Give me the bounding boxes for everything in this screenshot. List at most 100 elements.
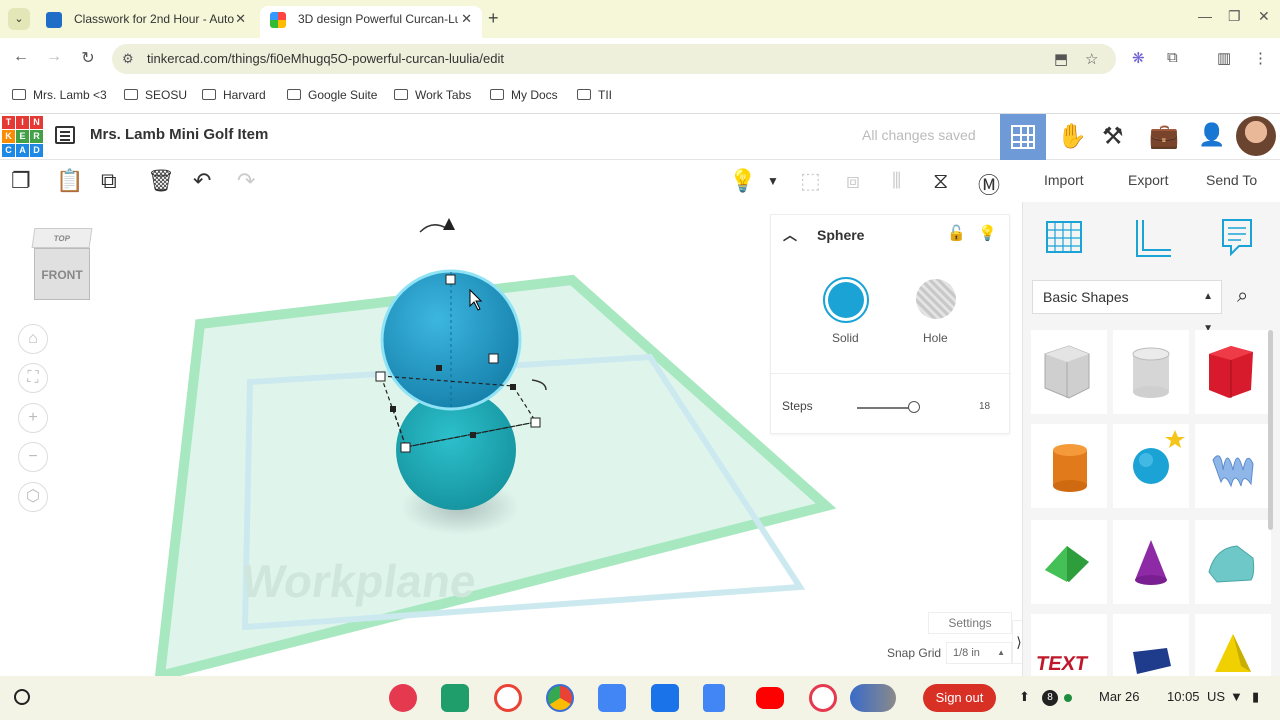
orthographic-icon[interactable]: ⬡ <box>18 482 48 512</box>
solid-color-button[interactable] <box>823 277 869 323</box>
resize-handle[interactable] <box>390 406 396 412</box>
address-bar[interactable]: ⚙ tinkercad.com/things/fi0eMhugq5O-power… <box>112 44 1116 74</box>
shape-text[interactable]: TEXT <box>1031 614 1107 676</box>
resize-handle[interactable] <box>375 371 386 382</box>
site-info-icon[interactable]: ⚙ <box>122 51 134 67</box>
rotate-handle-icon[interactable] <box>419 224 447 233</box>
add-user-icon[interactable]: 👤 <box>1198 122 1225 148</box>
briefcase-icon[interactable]: 💼 <box>1149 122 1179 151</box>
snap-grid-select[interactable]: 1/8 in ▲ <box>946 642 1012 664</box>
screen-record-icon[interactable] <box>809 684 837 712</box>
launcher-icon[interactable] <box>14 689 30 705</box>
undo-icon[interactable]: ↶ <box>193 168 211 194</box>
resize-handle[interactable] <box>436 365 442 371</box>
chrome-menu-icon[interactable]: ⋮ <box>1253 49 1268 67</box>
calendar-icon[interactable] <box>598 684 626 712</box>
chrome-icon[interactable] <box>546 684 574 712</box>
resize-handle[interactable] <box>530 417 541 428</box>
shape-box-gray[interactable] <box>1031 330 1107 414</box>
battery-icon[interactable]: ▮ <box>1252 689 1259 705</box>
mirror-icon[interactable]: ⧖ <box>933 168 948 194</box>
shape-panel-scrollbar[interactable] <box>1268 330 1273 530</box>
tinkercad-logo[interactable]: TIN KER CAD <box>2 116 43 157</box>
tab-classwork[interactable]: Classwork for 2nd Hour - Autom ✕ <box>36 6 256 38</box>
export-button[interactable]: Export <box>1128 172 1168 188</box>
youtube-icon[interactable] <box>756 687 784 709</box>
tab-tinkercad[interactable]: 3D design Powerful Curcan-Luul ✕ <box>260 6 482 38</box>
view-cube-top[interactable]: TOP <box>31 228 93 248</box>
pinned-windows-icon[interactable] <box>850 684 896 712</box>
chevron-down-icon[interactable]: ▼ <box>767 174 779 188</box>
url-text[interactable]: tinkercad.com/things/fi0eMhugq5O-powerfu… <box>147 51 504 66</box>
bookmark-folder[interactable]: Mrs. Lamb <3 <box>12 88 107 102</box>
view-cube-front[interactable]: FRONT <box>34 248 90 300</box>
shape-sphere[interactable] <box>1113 424 1189 508</box>
steps-slider-thumb[interactable] <box>908 401 920 413</box>
back-icon[interactable]: ← <box>10 48 32 66</box>
files-icon[interactable] <box>651 684 679 712</box>
shape-cylinder-hole[interactable] <box>1113 330 1189 414</box>
extension-flower-icon[interactable]: ❋ <box>1132 49 1145 67</box>
resize-handle[interactable] <box>400 442 411 453</box>
avatar[interactable] <box>1236 116 1276 156</box>
bookmark-folder[interactable]: TII <box>577 88 612 102</box>
resize-handle[interactable] <box>488 353 499 364</box>
sign-out-button[interactable]: Sign out <box>923 684 996 712</box>
notification-count[interactable]: 8 <box>1042 690 1058 706</box>
view-cube[interactable]: TOP FRONT <box>30 228 93 302</box>
light-bulb-icon[interactable]: 💡 <box>729 168 756 194</box>
new-tab-button[interactable]: + <box>488 8 499 29</box>
zoom-in-icon[interactable]: + <box>18 403 48 433</box>
maximize-icon[interactable]: ❐ <box>1228 8 1241 25</box>
delete-icon[interactable]: 🗑 <box>147 168 175 194</box>
send-to-button[interactable]: Send To <box>1206 172 1257 188</box>
bookmark-folder[interactable]: My Docs <box>490 88 558 102</box>
resize-handle[interactable] <box>445 274 456 285</box>
collapse-chevron-icon[interactable]: ︿ <box>783 225 797 245</box>
zoom-out-icon[interactable]: − <box>18 442 48 472</box>
workspace-canvas[interactable]: Workplane TOP FRONT ⌂ ⛶ + − ⬡ ︿ Sphere 🔓… <box>0 202 1022 676</box>
bookmark-folder[interactable]: Google Suite <box>287 88 377 102</box>
shape-box-red[interactable] <box>1195 330 1271 414</box>
shape-pyramid[interactable] <box>1195 614 1271 676</box>
resize-handle[interactable] <box>510 384 516 390</box>
date-label[interactable]: Mar 26 <box>1099 689 1139 704</box>
app-palette-icon[interactable] <box>389 684 417 712</box>
lift-cone-handle-icon[interactable] <box>443 218 455 230</box>
collapse-panel-chevron-icon[interactable]: ⟩ <box>1012 620 1022 664</box>
redo-icon[interactable]: ↷ <box>237 168 255 194</box>
shape-cylinder-orange[interactable] <box>1031 424 1107 508</box>
design-menu-icon[interactable] <box>55 126 75 144</box>
cruise-magnet-icon[interactable]: Ⓜ <box>978 168 1000 200</box>
gmail-icon[interactable] <box>494 684 522 712</box>
resize-handle[interactable] <box>470 432 476 438</box>
close-tab-icon[interactable]: ✕ <box>461 6 472 32</box>
close-tab-icon[interactable]: ✕ <box>235 6 246 32</box>
lock-icon[interactable]: 🔓 <box>947 224 966 242</box>
extensions-puzzle-icon[interactable]: ⧉ <box>1167 49 1178 66</box>
side-panel-icon[interactable]: ▥ <box>1217 49 1231 67</box>
shape-roof[interactable] <box>1031 520 1107 604</box>
wifi-icon[interactable]: ▼ <box>1230 689 1243 704</box>
fit-view-icon[interactable]: ⛶ <box>18 363 48 393</box>
minimize-icon[interactable]: — <box>1198 8 1212 24</box>
ungroup-icon[interactable]: ⧈ <box>846 168 860 194</box>
shape-scribble[interactable] <box>1195 424 1271 508</box>
blocks-view-icon[interactable]: ✋ <box>1057 122 1087 151</box>
locale-label[interactable]: US <box>1207 689 1225 704</box>
design-title[interactable]: Mrs. Lamb Mini Golf Item <box>90 126 268 143</box>
tab-search-icon[interactable]: ⌄ <box>8 8 30 30</box>
shape-library-select[interactable]: Basic Shapes ▲ ▼ <box>1032 280 1222 334</box>
bookmark-folder[interactable]: Work Tabs <box>394 88 471 102</box>
time-label[interactable]: 10:05 <box>1167 689 1200 704</box>
bookmark-star-icon[interactable]: ☆ <box>1085 50 1098 68</box>
sim-lab-pickaxe-icon[interactable]: ⚒ <box>1102 122 1124 151</box>
shape-round-roof[interactable] <box>1195 520 1271 604</box>
steps-slider-track[interactable] <box>857 407 913 409</box>
notes-icon[interactable] <box>1215 216 1259 260</box>
bookmark-folder[interactable]: Harvard <box>202 88 266 102</box>
home-view-icon[interactable]: ⌂ <box>18 324 48 354</box>
install-app-icon[interactable]: ⬒ <box>1054 50 1068 68</box>
new-shape-icon[interactable]: ❐ <box>11 168 31 194</box>
search-icon[interactable]: ⌕ <box>1237 285 1248 308</box>
